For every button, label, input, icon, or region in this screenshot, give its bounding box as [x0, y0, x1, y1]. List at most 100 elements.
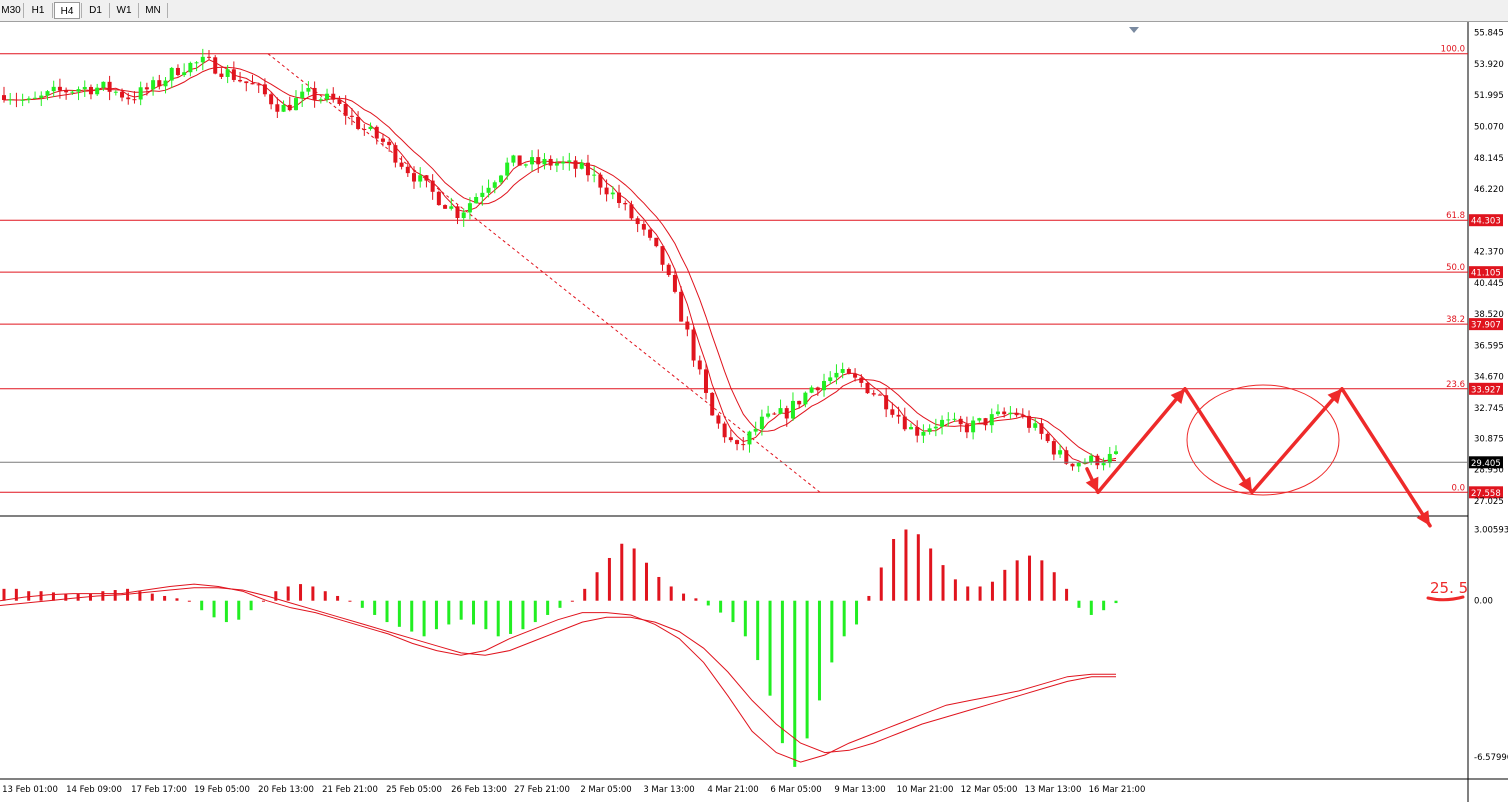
macd-bar-positive: [27, 591, 31, 601]
fib-ratio-label: 23.6: [1446, 380, 1465, 390]
fibonacci-trendline: [267, 53, 821, 493]
fib-ratio-label: 50.0: [1446, 263, 1465, 273]
candle-bull: [169, 67, 174, 81]
candle-bull: [778, 408, 783, 414]
candle-bear: [1064, 450, 1069, 464]
candle-bull: [194, 62, 199, 64]
candle-bear: [443, 205, 448, 209]
candle-bear: [356, 116, 361, 129]
macd-bar-negative: [509, 600, 513, 634]
timeframe-d1-button[interactable]: D1: [83, 2, 108, 19]
candle-bull: [318, 99, 323, 101]
candle-bear: [349, 115, 354, 117]
candle-bear: [890, 409, 895, 415]
timeframe-mn-button[interactable]: MN: [140, 2, 166, 19]
chart-shift-icon[interactable]: [1129, 27, 1139, 33]
toolbar-separator: [138, 3, 139, 18]
candle-bull: [95, 87, 100, 95]
price-tick-label: 55.845: [1474, 29, 1504, 39]
candle-bull: [933, 426, 938, 429]
time-tick-label: 16 Mar 21:00: [1089, 785, 1146, 795]
candle-bull: [840, 369, 845, 373]
macd-bar-positive: [682, 593, 686, 601]
candle-bear: [455, 206, 460, 219]
candle-bear: [703, 369, 708, 393]
macd-bar-negative: [447, 600, 451, 625]
time-tick-label: 12 Mar 05:00: [961, 785, 1018, 795]
time-tick-label: 21 Feb 21:00: [322, 785, 378, 795]
time-tick-label: 6 Mar 05:00: [770, 785, 821, 795]
macd-bar-negative: [706, 600, 710, 606]
candle-bear: [598, 174, 603, 188]
candle-bear: [728, 437, 733, 441]
candle-bull: [188, 62, 193, 73]
macd-bar-negative: [830, 600, 834, 663]
toolbar-separator: [23, 3, 24, 18]
macd-bar-negative: [1089, 600, 1093, 615]
candle-bull: [822, 381, 827, 391]
candle-bull: [908, 427, 913, 430]
macd-bar-negative: [546, 600, 550, 615]
candle-bear: [436, 191, 441, 206]
macd-tick-label: 0.00: [1474, 597, 1493, 607]
macd-bar-negative: [224, 600, 228, 623]
price-tick-label: 48.145: [1474, 154, 1504, 164]
candle-bear: [797, 400, 802, 405]
candle-bull: [492, 182, 497, 188]
forecast-arrow-line: [1183, 387, 1254, 495]
candle-bear: [262, 84, 267, 95]
macd-bar-negative: [237, 600, 241, 620]
candle-bull: [1058, 450, 1063, 455]
candle-bear: [1095, 455, 1100, 466]
candle-bull: [480, 192, 485, 197]
candle-bull: [293, 98, 298, 111]
candle-bear: [772, 413, 777, 415]
candle-bull: [592, 174, 597, 176]
fib-price-tag-text: 33.927: [1471, 385, 1501, 395]
candle-bear: [784, 408, 789, 419]
price-tick-label: 36.595: [1474, 341, 1504, 351]
candle-bull: [26, 98, 31, 100]
price-tick-label: 32.745: [1474, 404, 1504, 414]
macd-bar-positive: [941, 565, 945, 601]
time-tick-label: 14 Feb 09:00: [66, 785, 122, 795]
macd-bar-positive: [1015, 560, 1019, 601]
target-price-label: 25. 5: [1430, 579, 1468, 597]
candle-bull: [449, 206, 454, 209]
candle-bull: [225, 69, 230, 77]
moving-average-slow: [3, 66, 1117, 462]
macd-bar-negative: [459, 600, 463, 620]
fib-price-tag-text: 44.303: [1471, 217, 1501, 227]
timeframe-w1-button[interactable]: W1: [111, 2, 137, 19]
candle-bull: [989, 414, 994, 426]
macd-bar-negative: [1114, 600, 1118, 604]
macd-bar-positive: [336, 595, 340, 601]
candle-bear: [722, 423, 727, 438]
candle-bull: [834, 372, 839, 378]
macd-bar-positive: [163, 595, 167, 601]
macd-bar-positive: [150, 593, 154, 601]
candle-bear: [958, 418, 963, 425]
candle-bear: [430, 180, 435, 192]
candle-bear: [672, 275, 677, 292]
candle-bear: [343, 103, 348, 116]
candle-bull: [1114, 451, 1118, 454]
macd-bar-positive: [904, 529, 908, 601]
timeframe-h1-button[interactable]: H1: [25, 2, 51, 19]
candle-bear: [219, 73, 224, 77]
target-underline: [1426, 595, 1465, 602]
macd-bar-negative: [521, 600, 525, 630]
candle-bull: [51, 86, 56, 92]
timeframe-h4-button[interactable]: H4: [54, 2, 80, 19]
timeframe-m30-button[interactable]: M30: [0, 2, 22, 19]
candle-bear: [585, 162, 590, 176]
macd-bar-positive: [175, 598, 179, 601]
candle-bear: [126, 97, 131, 100]
toolbar-separator: [167, 3, 168, 18]
macd-bar-positive: [966, 586, 970, 601]
macd-bar-positive: [570, 600, 574, 602]
candle-bull: [101, 81, 106, 88]
candle-bull: [505, 162, 510, 176]
price-chart[interactable]: 100.0 61.8 44.303 50.0 41.105 38.2 37.907 23.6 3…: [0, 22, 1508, 802]
candle-bear: [648, 229, 653, 238]
